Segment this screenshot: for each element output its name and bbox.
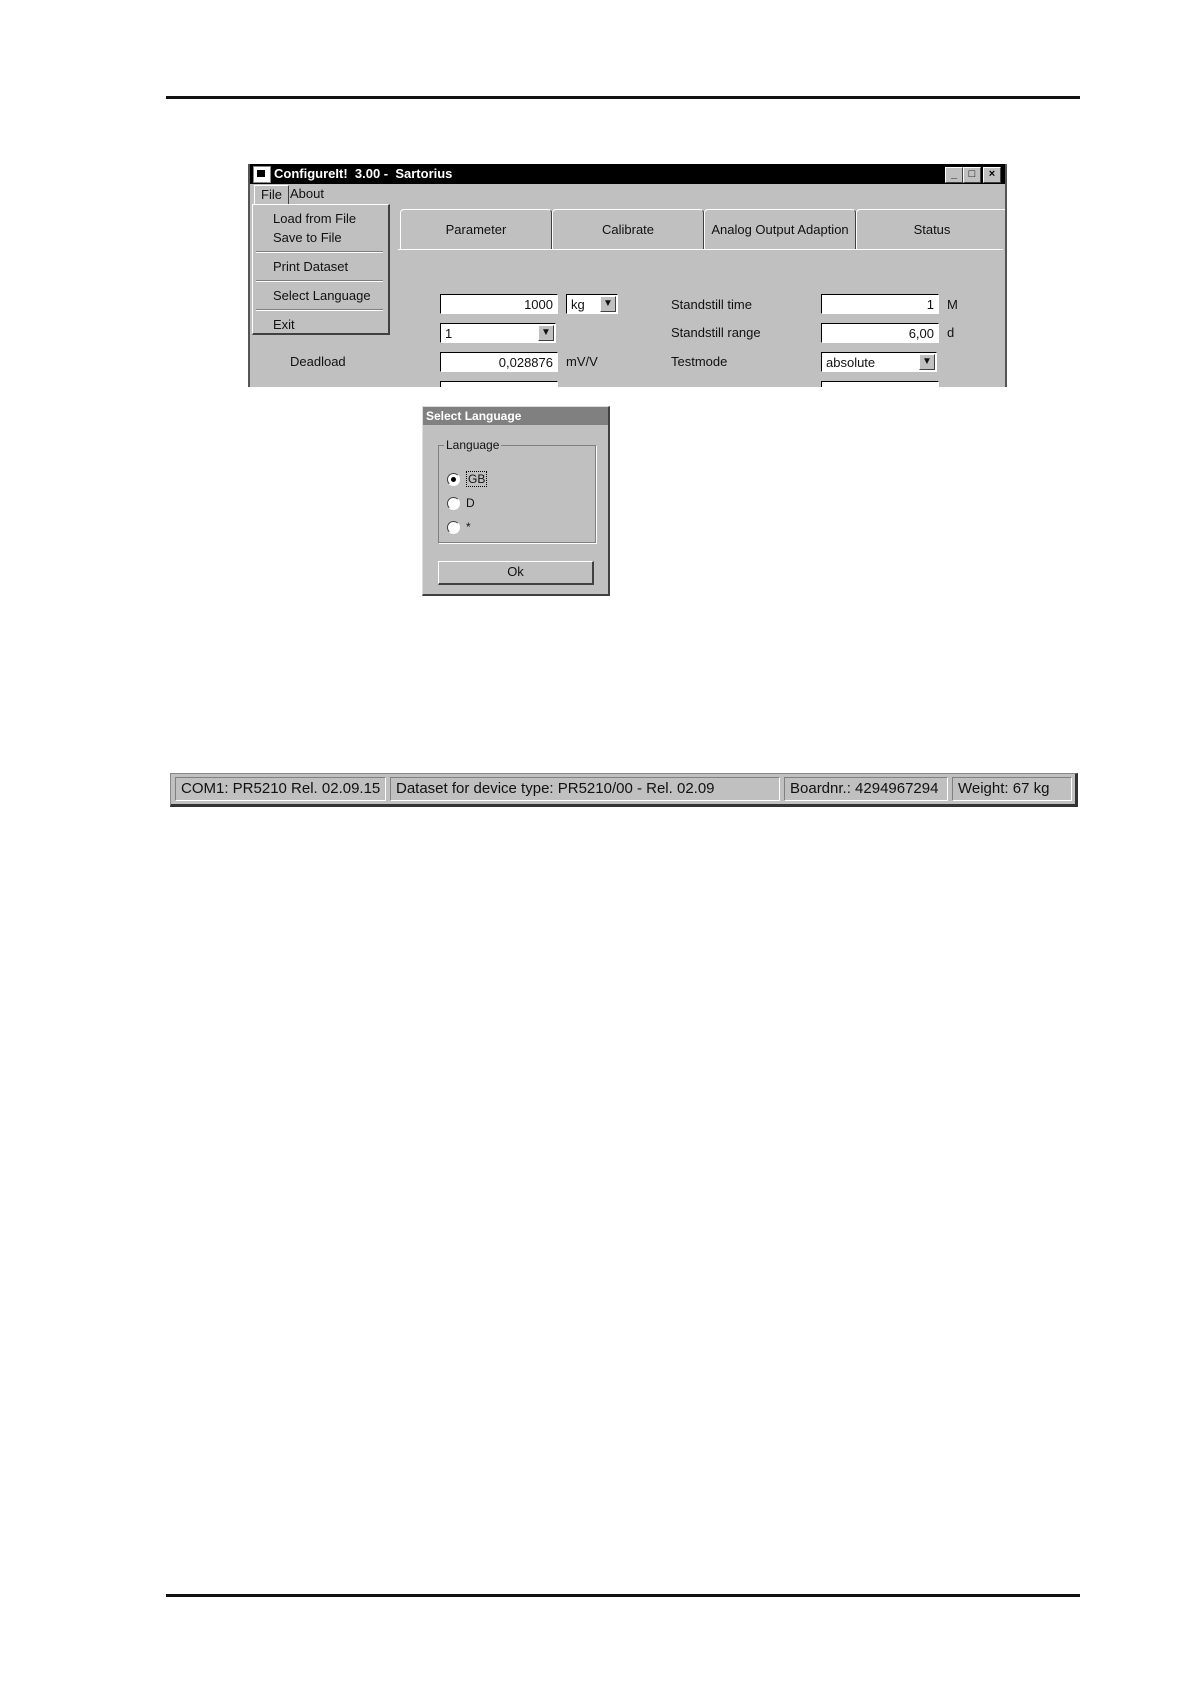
select-language-dialog: Select Language Language GB D * Ok xyxy=(422,406,610,596)
ok-button[interactable]: Ok xyxy=(438,561,594,585)
app-icon xyxy=(253,166,271,183)
status-dataset: Dataset for device type: PR5210/00 - Rel… xyxy=(390,777,780,801)
file-menu-dropdown: Load from File Save to File Print Datase… xyxy=(252,204,390,335)
radio-star[interactable]: * xyxy=(447,520,471,535)
deadload-unit: mV/V xyxy=(566,354,598,369)
unit-select-value: kg xyxy=(571,297,585,312)
tab-parameter[interactable]: Parameter xyxy=(400,209,552,250)
radio-d[interactable]: D xyxy=(447,496,475,511)
status-port: COM1: PR5210 Rel. 02.09.15 xyxy=(175,777,386,801)
capacity-field[interactable]: 1000 xyxy=(440,294,558,314)
cut-off-field-right[interactable] xyxy=(821,381,939,387)
window-title: ConfigureIt! 3.00 - Sartorius xyxy=(274,166,453,181)
tab-status[interactable]: Status xyxy=(856,209,1005,250)
radio-gb[interactable]: GB xyxy=(447,471,488,487)
menu-separator xyxy=(256,309,383,311)
minimize-button[interactable]: _ xyxy=(945,167,963,183)
standstill-range-unit: d xyxy=(947,325,955,340)
standstill-time-label: Standstill time xyxy=(671,297,752,312)
footer-rule xyxy=(166,1594,1080,1597)
title-bar: ConfigureIt! 3.00 - Sartorius _ □ × xyxy=(250,164,1005,184)
menu-about[interactable]: About xyxy=(284,184,330,204)
menu-separator xyxy=(256,280,383,282)
language-group-label: Language xyxy=(444,438,502,452)
standstill-time-field[interactable]: 1 xyxy=(821,294,939,314)
status-bar: COM1: PR5210 Rel. 02.09.15 Dataset for d… xyxy=(170,773,1078,807)
chevron-down-icon[interactable]: ▼ xyxy=(600,296,616,312)
chevron-down-icon[interactable]: ▼ xyxy=(919,354,935,370)
header-rule xyxy=(166,96,1080,99)
second-dropdown[interactable]: 1 ▼ xyxy=(440,323,556,343)
unit-select[interactable]: kg ▼ xyxy=(566,294,618,314)
testmode-select-value: absolute xyxy=(826,355,876,370)
cut-off-field[interactable] xyxy=(440,381,558,387)
radio-d-label: D xyxy=(466,496,475,510)
second-dropdown-value: 1 xyxy=(445,326,453,341)
maximize-button[interactable]: □ xyxy=(963,167,981,183)
tab-analog-output-adaption[interactable]: Analog Output Adaption xyxy=(704,209,856,250)
close-button[interactable]: × xyxy=(983,167,1001,183)
deadload-field[interactable]: 0,028876 xyxy=(440,352,558,372)
radio-gb-label: GB xyxy=(466,471,488,487)
radio-unchecked-icon xyxy=(447,521,460,535)
deadload-label: Deadload xyxy=(290,354,346,369)
menu-item-save-to-file[interactable]: Save to File xyxy=(273,230,342,245)
radio-unchecked-icon xyxy=(447,497,460,511)
standstill-range-field[interactable]: 6,00 xyxy=(821,323,939,343)
dialog-title: Select Language xyxy=(423,407,608,425)
menu-separator xyxy=(256,251,383,253)
testmode-select[interactable]: absolute ▼ xyxy=(821,352,937,372)
menu-item-exit[interactable]: Exit xyxy=(273,317,295,332)
menu-item-print-dataset[interactable]: Print Dataset xyxy=(273,259,348,274)
menu-item-load-from-file[interactable]: Load from File xyxy=(273,211,356,226)
chevron-down-icon[interactable]: ▼ xyxy=(538,325,554,341)
standstill-range-label: Standstill range xyxy=(671,325,761,340)
standstill-time-unit: M xyxy=(947,297,958,312)
testmode-label: Testmode xyxy=(671,354,728,369)
menu-item-select-language[interactable]: Select Language xyxy=(273,288,371,303)
configureit-window: ConfigureIt! 3.00 - Sartorius _ □ × File… xyxy=(248,164,1007,387)
tab-calibrate[interactable]: Calibrate xyxy=(552,209,704,250)
radio-star-label: * xyxy=(466,520,471,534)
menu-bar: File About xyxy=(250,184,1005,205)
radio-checked-icon xyxy=(447,473,460,487)
status-weight: Weight: 67 kg xyxy=(952,777,1072,801)
status-board: Boardnr.: 4294967294 xyxy=(784,777,948,801)
